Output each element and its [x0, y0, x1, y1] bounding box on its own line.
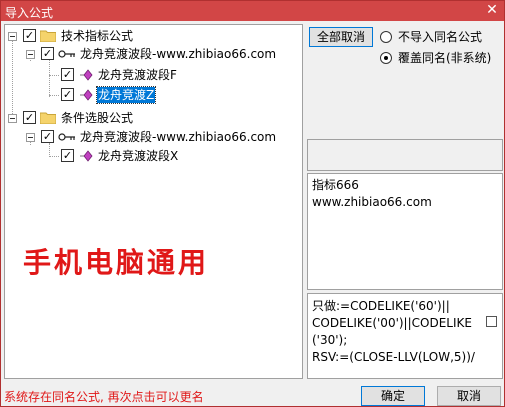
- import-formula-dialog: 导入公式 ✕ ✓ 技术指标公式 ✓ 龙舟竞渡波段-www.zhibiao66.c…: [0, 0, 505, 407]
- folder-icon: [40, 112, 56, 124]
- info-name: 指标666: [312, 178, 359, 192]
- tree-site-label: 龙舟竞渡波段-www.zhibiao66.com: [80, 47, 277, 61]
- tree-site-node[interactable]: ✓ 龙舟竞渡波段-www.zhibiao66.com: [26, 129, 296, 145]
- ok-button[interactable]: 确定: [361, 386, 425, 406]
- formula-checkbox[interactable]: ✓: [61, 149, 74, 162]
- tree-group-label: 技术指标公式: [61, 29, 134, 43]
- formula-checkbox[interactable]: ✓: [61, 68, 74, 81]
- dialog-title: 导入公式: [5, 6, 54, 20]
- radio-label: 不导入同名公式: [398, 30, 483, 44]
- formula-line: 只做:=CODELIKE('60')||: [312, 299, 450, 313]
- radio-overwrite-duplicates[interactable]: 覆盖同名(非系统): [380, 50, 500, 66]
- site-checkbox[interactable]: ✓: [41, 47, 54, 60]
- formula-line: RSV:=(CLOSE-LLV(LOW,5))/: [312, 350, 475, 364]
- key-icon: [58, 133, 75, 141]
- formula-diamond-icon: [80, 89, 93, 101]
- tree-group-screening[interactable]: ✓ 条件选股公式: [8, 110, 298, 126]
- tree-group-label: 条件选股公式: [61, 111, 134, 125]
- group-checkbox[interactable]: ✓: [23, 29, 36, 42]
- radio-label: 覆盖同名(非系统): [398, 51, 492, 65]
- formula-text: 只做:=CODELIKE('60')|| CODELIKE('00')||COD…: [312, 298, 475, 366]
- tree-formula-item[interactable]: ✓ 龙舟竞渡Z: [45, 86, 245, 104]
- tree-site-node[interactable]: ✓ 龙舟竞渡波段-www.zhibiao66.com: [26, 46, 296, 62]
- radio-skip-duplicates[interactable]: 不导入同名公式: [380, 29, 500, 45]
- radio-button[interactable]: [380, 31, 392, 43]
- tree-formula-item[interactable]: ✓ 龙舟竞渡波段X: [45, 148, 245, 164]
- tree-formula-label: 龙舟竞渡波段F: [98, 68, 177, 82]
- collapse-toggle[interactable]: [26, 50, 35, 59]
- tree-formula-label-selected: 龙舟竞渡Z: [95, 86, 157, 104]
- wrap-checkbox[interactable]: [486, 316, 497, 327]
- formula-info-panel[interactable]: 指标666 www.zhibiao66.com: [307, 173, 503, 290]
- empty-field: [307, 139, 503, 171]
- formula-line: CODELIKE('00')||CODELIKE: [312, 316, 472, 330]
- radio-button-selected[interactable]: [380, 52, 392, 64]
- info-site: www.zhibiao66.com: [312, 195, 432, 209]
- formula-tree[interactable]: ✓ 技术指标公式 ✓ 龙舟竞渡波段-www.zhibiao66.com ✓ 龙舟…: [4, 24, 303, 379]
- tree-formula-item[interactable]: ✓ 龙舟竞渡波段F: [45, 67, 245, 83]
- cancel-all-button[interactable]: 全部取消: [309, 27, 373, 47]
- collapse-toggle[interactable]: [8, 32, 17, 41]
- formula-diamond-icon: [80, 69, 93, 81]
- site-checkbox[interactable]: ✓: [41, 130, 54, 143]
- tree-connector: [12, 36, 13, 120]
- collapse-toggle[interactable]: [8, 114, 17, 123]
- group-checkbox[interactable]: ✓: [23, 111, 36, 124]
- cancel-button[interactable]: 取消: [437, 386, 501, 406]
- info-text: 指标666 www.zhibiao66.com: [312, 177, 432, 211]
- close-icon[interactable]: ✕: [484, 2, 500, 19]
- key-icon: [58, 50, 75, 58]
- formula-diamond-icon: [80, 150, 93, 162]
- tree-group-indicators[interactable]: ✓ 技术指标公式: [8, 28, 298, 44]
- formula-checkbox[interactable]: ✓: [61, 88, 74, 101]
- folder-icon: [40, 30, 56, 42]
- tree-formula-label: 龙舟竞渡波段X: [98, 149, 179, 163]
- slogan-overlay: 手机电脑通用: [23, 246, 210, 279]
- title-bar[interactable]: 导入公式 ✕: [1, 1, 504, 21]
- status-message: 系统存在同名公式, 再次点击可以更名: [4, 390, 204, 404]
- collapse-toggle[interactable]: [26, 133, 35, 142]
- formula-source-panel[interactable]: 只做:=CODELIKE('60')|| CODELIKE('00')||COD…: [307, 293, 503, 379]
- tree-site-label: 龙舟竞渡波段-www.zhibiao66.com: [80, 130, 277, 144]
- formula-line: ('30');: [312, 333, 348, 347]
